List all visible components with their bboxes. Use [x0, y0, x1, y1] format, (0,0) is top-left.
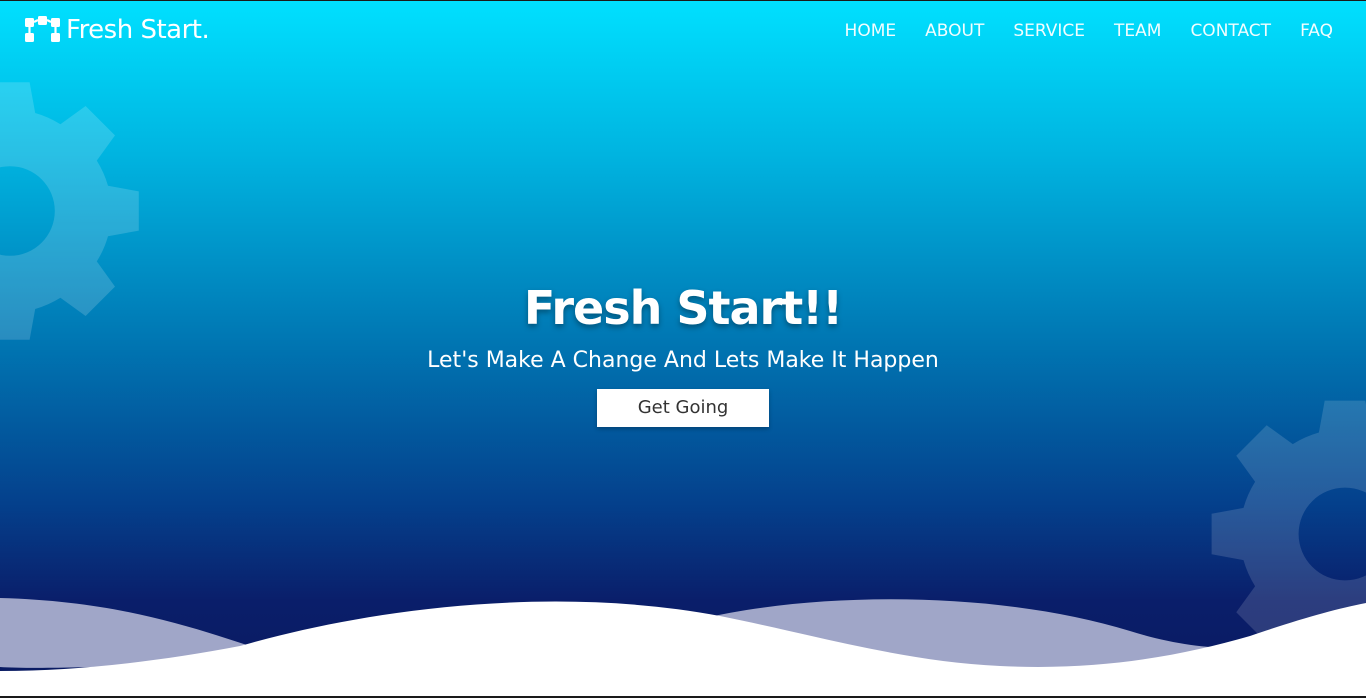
hero-title: Fresh Start!! [523, 281, 843, 335]
nav-link-home[interactable]: HOME [845, 21, 897, 41]
hero-content: Fresh Start!! Let's Make A Change And Le… [0, 279, 1366, 427]
nav-item-team: TEAM [1114, 21, 1161, 41]
nav-item-service: SERVICE [1013, 21, 1085, 41]
wave-divider [0, 598, 1366, 696]
nav-link-about[interactable]: ABOUT [925, 21, 984, 41]
nav-item-contact: CONTACT [1190, 21, 1271, 41]
sitemap-icon [25, 16, 60, 42]
hero-section: Fresh Start. HOME ABOUT SERVICE TEAM CON… [0, 1, 1366, 696]
nav-item-home: HOME [845, 21, 897, 41]
landing-page: Fresh Start. HOME ABOUT SERVICE TEAM CON… [0, 0, 1366, 698]
nav-link-service[interactable]: SERVICE [1013, 21, 1085, 41]
nav-link-contact[interactable]: CONTACT [1190, 21, 1271, 41]
nav-item-about: ABOUT [925, 21, 984, 41]
navbar: Fresh Start. HOME ABOUT SERVICE TEAM CON… [0, 1, 1366, 65]
brand-logo-link[interactable]: Fresh Start. [24, 15, 210, 45]
nav-link-faq[interactable]: FAQ [1300, 21, 1333, 41]
get-going-button[interactable]: Get Going [597, 389, 769, 427]
nav-menu: HOME ABOUT SERVICE TEAM CONTACT FAQ [816, 21, 1333, 41]
brand-name: Fresh Start. [66, 15, 210, 45]
nav-item-faq: FAQ [1300, 21, 1333, 41]
hero-subtitle: Let's Make A Change And Lets Make It Hap… [427, 348, 939, 373]
nav-link-team[interactable]: TEAM [1114, 21, 1161, 41]
